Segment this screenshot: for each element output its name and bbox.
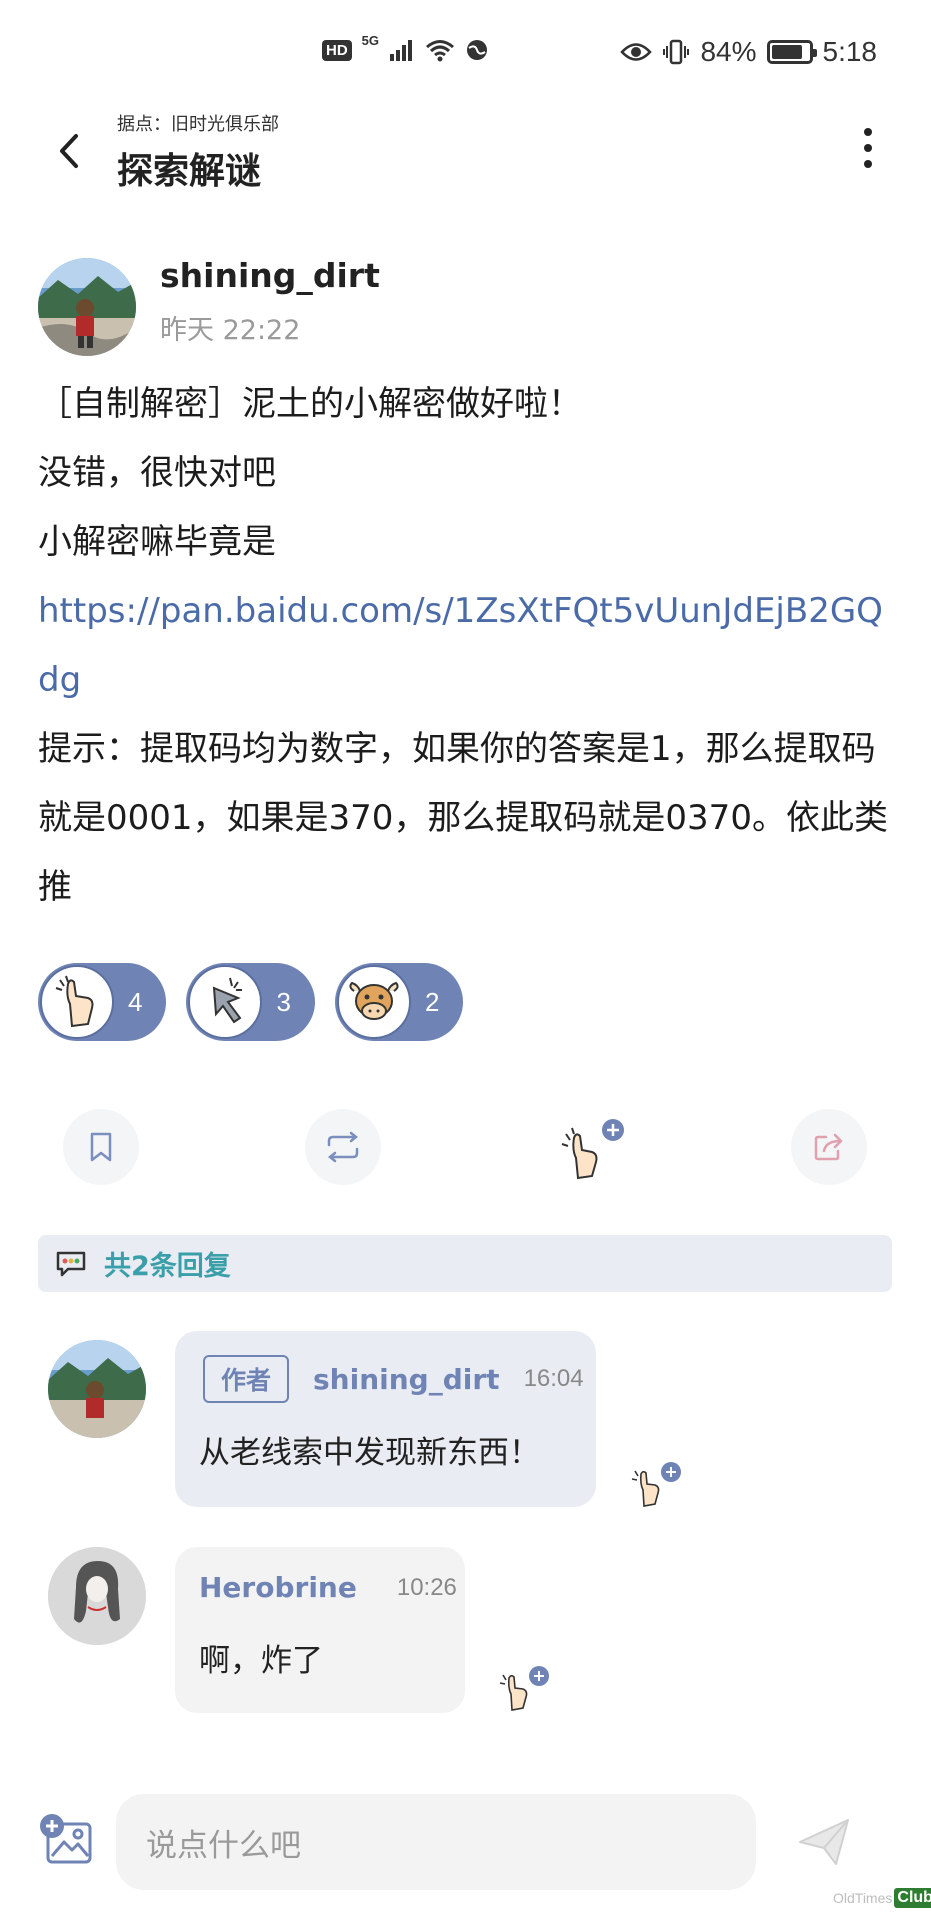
eye-icon — [620, 43, 653, 61]
cursor-click-icon — [188, 965, 263, 1039]
post-body: ［自制解密］泥土的小解密做好啦！ 没错，很快对吧 小解密嘛毕竟是 https:/… — [38, 370, 898, 922]
reactions: 4 3 2 — [38, 963, 464, 1041]
post-link[interactable]: https://pan.baidu.com/s/1ZsXtFQt5vUunJdE… — [38, 577, 898, 715]
add-image-button[interactable] — [38, 1812, 96, 1870]
avatar-image — [48, 1547, 146, 1645]
vibrate-icon — [663, 39, 690, 65]
repost-icon — [327, 1131, 359, 1163]
status-right: 84% 5:18 — [620, 36, 877, 68]
comment-meta: 作者 shining_dirt 16:04 — [203, 1355, 584, 1403]
comment-bubble[interactable]: 作者 shining_dirt 16:04 从老线索中发现新东西！ — [175, 1331, 596, 1507]
send-button[interactable] — [796, 1814, 854, 1870]
thumbs-up-icon — [40, 965, 114, 1039]
post-line: ［自制解密］泥土的小解密做好啦！ — [38, 384, 582, 424]
cow-face-icon — [336, 965, 411, 1039]
reaction-count: 2 — [424, 986, 440, 1017]
status-bar: HD 5G 84% 5:18 — [0, 0, 931, 104]
reaction-count: 4 — [128, 986, 143, 1017]
comment-like-button[interactable] — [498, 1662, 554, 1714]
comment-text: 啊，炸了 — [199, 1643, 323, 1679]
globe-icon — [467, 40, 488, 60]
signal-icon — [390, 40, 413, 61]
battery-icon — [766, 40, 817, 64]
add-image-icon — [40, 1814, 92, 1864]
reaction-cow[interactable]: 2 — [334, 963, 464, 1041]
battery-fill — [771, 45, 802, 59]
author-tag: 作者 — [203, 1355, 290, 1403]
comment-input-placeholder: 说点什么吧 — [146, 1827, 301, 1864]
avatar-image — [38, 258, 136, 356]
post-line: 小解密嘛毕竟是 — [38, 522, 276, 562]
page-title: 探索解谜 — [117, 151, 262, 192]
comment-input[interactable]: 说点什么吧 — [116, 1794, 756, 1890]
more-vertical-icon[interactable] — [862, 128, 874, 168]
network-label: 5G — [361, 32, 380, 48]
watermark-badge: Club — [894, 1888, 931, 1908]
share-icon — [814, 1133, 843, 1161]
group-subtitle[interactable]: 据点：旧时光俱乐部 — [117, 110, 279, 136]
comment-meta: Herobrine 10:26 — [199, 1571, 457, 1604]
watermark: OldTimes Club — [833, 1888, 931, 1908]
comment-time: 16:04 — [523, 1365, 584, 1392]
avatar[interactable] — [38, 258, 136, 356]
bookmark-button[interactable] — [63, 1109, 139, 1185]
avatar[interactable] — [48, 1547, 146, 1645]
status-left: HD 5G — [322, 33, 489, 62]
bookmark-icon — [90, 1132, 112, 1162]
comment-bubble[interactable]: Herobrine 10:26 啊，炸了 — [175, 1547, 465, 1713]
hd-badge: HD — [322, 39, 352, 61]
share-button[interactable] — [791, 1109, 867, 1185]
send-icon — [799, 1819, 849, 1865]
avatar-image — [48, 1340, 146, 1438]
battery-percent: 84% — [700, 36, 757, 67]
reply-header: 共2条回复 — [38, 1235, 892, 1292]
post-line: 没错，很快对吧 — [38, 453, 276, 493]
comment-author[interactable]: Herobrine — [199, 1571, 357, 1604]
thumbs-up-plus-icon — [631, 1462, 681, 1507]
post-time: 昨天 22:22 — [160, 315, 301, 346]
chat-bubble-icon — [56, 1251, 86, 1276]
wifi-icon — [426, 40, 454, 62]
avatar[interactable] — [48, 1340, 146, 1438]
comment-text: 从老线索中发现新东西！ — [199, 1435, 540, 1471]
comment-like-button[interactable] — [630, 1458, 686, 1510]
reply-count: 共2条回复 — [104, 1251, 231, 1282]
author-name[interactable]: shining_dirt — [160, 256, 380, 295]
reaction-count: 3 — [276, 986, 291, 1017]
like-button[interactable] — [560, 1118, 630, 1190]
reaction-cursor[interactable]: 3 — [186, 963, 315, 1041]
comment-author[interactable]: shining_dirt — [313, 1363, 500, 1396]
clock: 5:18 — [822, 36, 878, 67]
thumbs-up-plus-icon — [561, 1119, 624, 1180]
comment-time: 10:26 — [396, 1573, 457, 1601]
reaction-thumbs-up[interactable]: 4 — [38, 963, 167, 1041]
thumbs-up-plus-icon — [499, 1666, 549, 1711]
post-hint: 提示：提取码均为数字，如果你的答案是1，那么提取码就是0001，如果是370，那… — [38, 729, 888, 907]
repost-button[interactable] — [305, 1109, 381, 1185]
watermark-text: OldTimes — [833, 1890, 893, 1906]
chevron-left-icon[interactable] — [50, 126, 90, 176]
